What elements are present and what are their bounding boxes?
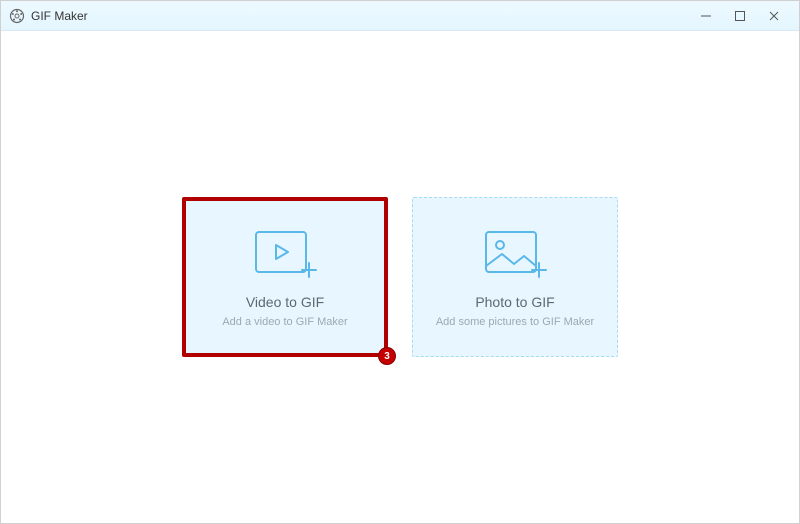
video-play-icon [250, 226, 320, 284]
app-title: GIF Maker [31, 9, 88, 23]
app-icon [9, 8, 25, 24]
titlebar: GIF Maker [1, 1, 799, 31]
photo-card-subtitle: Add some pictures to GIF Maker [436, 316, 594, 328]
maximize-button[interactable] [723, 2, 757, 30]
annotation-badge: 3 [378, 347, 396, 365]
close-button[interactable] [757, 2, 791, 30]
video-card-subtitle: Add a video to GIF Maker [222, 316, 347, 328]
photo-to-gif-card[interactable]: Photo to GIF Add some pictures to GIF Ma… [412, 197, 618, 357]
video-card-title: Video to GIF [246, 294, 324, 310]
app-window: GIF Maker Video to GIF [0, 0, 800, 524]
titlebar-left: GIF Maker [9, 8, 88, 24]
minimize-button[interactable] [689, 2, 723, 30]
photo-image-icon [480, 226, 550, 284]
window-controls [689, 2, 791, 30]
main-content: Video to GIF Add a video to GIF Maker 3 … [1, 31, 799, 523]
photo-card-title: Photo to GIF [475, 294, 554, 310]
video-to-gif-card[interactable]: Video to GIF Add a video to GIF Maker 3 [182, 197, 388, 357]
